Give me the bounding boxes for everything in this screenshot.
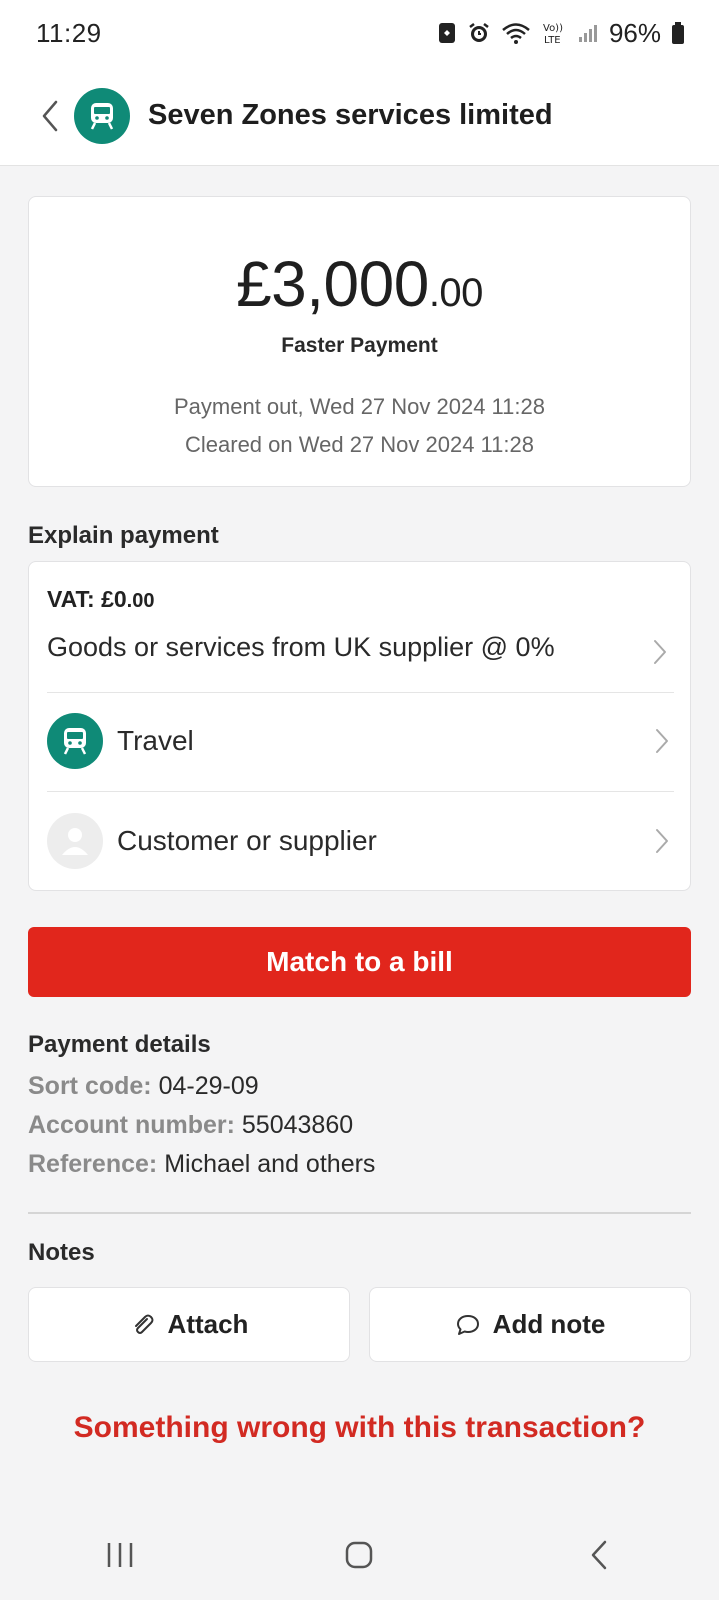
recent-apps-button[interactable] — [80, 1525, 160, 1585]
add-note-label: Add note — [492, 1309, 606, 1339]
back-button[interactable] — [20, 86, 80, 146]
chevron-right-icon — [654, 640, 666, 664]
reference-line: Reference: Michael and others — [28, 1150, 376, 1178]
merchant-avatar — [74, 87, 130, 144]
account-number-value: 55043860 — [241, 1111, 354, 1139]
signal-icon — [577, 22, 599, 44]
cleared-date: Cleared on Wed 27 Nov 2024 11:28 — [185, 432, 534, 457]
chevron-right-icon — [656, 829, 668, 853]
lock-icon — [437, 21, 457, 45]
payment-type: Faster Payment — [281, 334, 438, 357]
amount-pence: .00 — [428, 271, 484, 315]
header: Seven Zones services limited — [0, 66, 719, 166]
transaction-amount: £3,000.00 — [29, 247, 690, 321]
alarm-icon — [467, 21, 491, 45]
report-problem-link[interactable]: Something wrong with this transaction? — [0, 1411, 719, 1445]
notes-heading: Notes — [28, 1239, 95, 1266]
explain-payment-card: VAT: £0.00 Goods or services from UK sup… — [28, 561, 691, 891]
category-avatar — [47, 713, 103, 769]
vat-rate: Goods or services from UK supplier @ 0% — [47, 632, 555, 662]
system-nav-bar — [0, 1510, 719, 1600]
contact-label: Customer or supplier — [117, 825, 377, 856]
attach-button[interactable]: Attach — [28, 1287, 350, 1362]
reference-value: Michael and others — [164, 1150, 376, 1178]
contact-row[interactable]: Customer or supplier — [47, 811, 674, 871]
category-row[interactable]: Travel — [47, 711, 674, 771]
status-icons: Vo)) LTE 96% — [437, 18, 685, 49]
wifi-icon — [501, 21, 531, 45]
back-arrow-icon — [591, 1540, 607, 1570]
attach-label: Attach — [167, 1309, 249, 1339]
home-button[interactable] — [319, 1525, 399, 1585]
paperclip-icon — [134, 1314, 154, 1334]
recent-apps-icon — [107, 1543, 133, 1567]
amount-main: £3,000 — [236, 248, 429, 320]
page-title: Seven Zones services limited — [148, 99, 553, 131]
train-icon — [63, 728, 87, 755]
train-icon — [90, 102, 114, 130]
svg-text:LTE: LTE — [544, 35, 561, 46]
account-number-line: Account number: 55043860 — [28, 1111, 354, 1139]
chevron-left-icon — [42, 100, 58, 131]
volte-icon: Vo)) LTE — [541, 20, 567, 46]
divider — [28, 1212, 691, 1214]
payment-out-date: Payment out, Wed 27 Nov 2024 11:28 — [174, 394, 545, 419]
explain-payment-heading: Explain payment — [28, 522, 219, 549]
battery-icon — [671, 21, 685, 45]
status-bar: 11:29 Vo)) LTE 96% — [0, 0, 719, 66]
status-time: 11:29 — [36, 17, 102, 48]
system-back-button[interactable] — [559, 1525, 639, 1585]
divider — [47, 692, 674, 693]
amount-card: £3,000.00 Faster Payment Payment out, We… — [28, 196, 691, 487]
home-icon — [346, 1541, 373, 1569]
person-icon — [62, 828, 88, 855]
vat-amount: VAT: £0.00 — [47, 586, 155, 612]
sort-code-value: 04-29-09 — [158, 1072, 259, 1100]
sort-code-line: Sort code: 04-29-09 — [28, 1072, 259, 1100]
divider — [47, 791, 674, 792]
svg-text:Vo)): Vo)) — [543, 23, 563, 34]
match-to-bill-button[interactable]: Match to a bill — [28, 927, 691, 997]
battery-percent: 96% — [608, 17, 661, 48]
category-label: Travel — [117, 725, 194, 756]
add-note-button[interactable]: Add note — [369, 1287, 691, 1362]
contact-avatar — [47, 813, 103, 869]
payment-details-heading: Payment details — [28, 1031, 211, 1058]
speech-bubble-icon — [456, 1314, 479, 1335]
chevron-right-icon — [656, 729, 668, 753]
vat-row[interactable]: VAT: £0.00 Goods or services from UK sup… — [29, 562, 690, 692]
